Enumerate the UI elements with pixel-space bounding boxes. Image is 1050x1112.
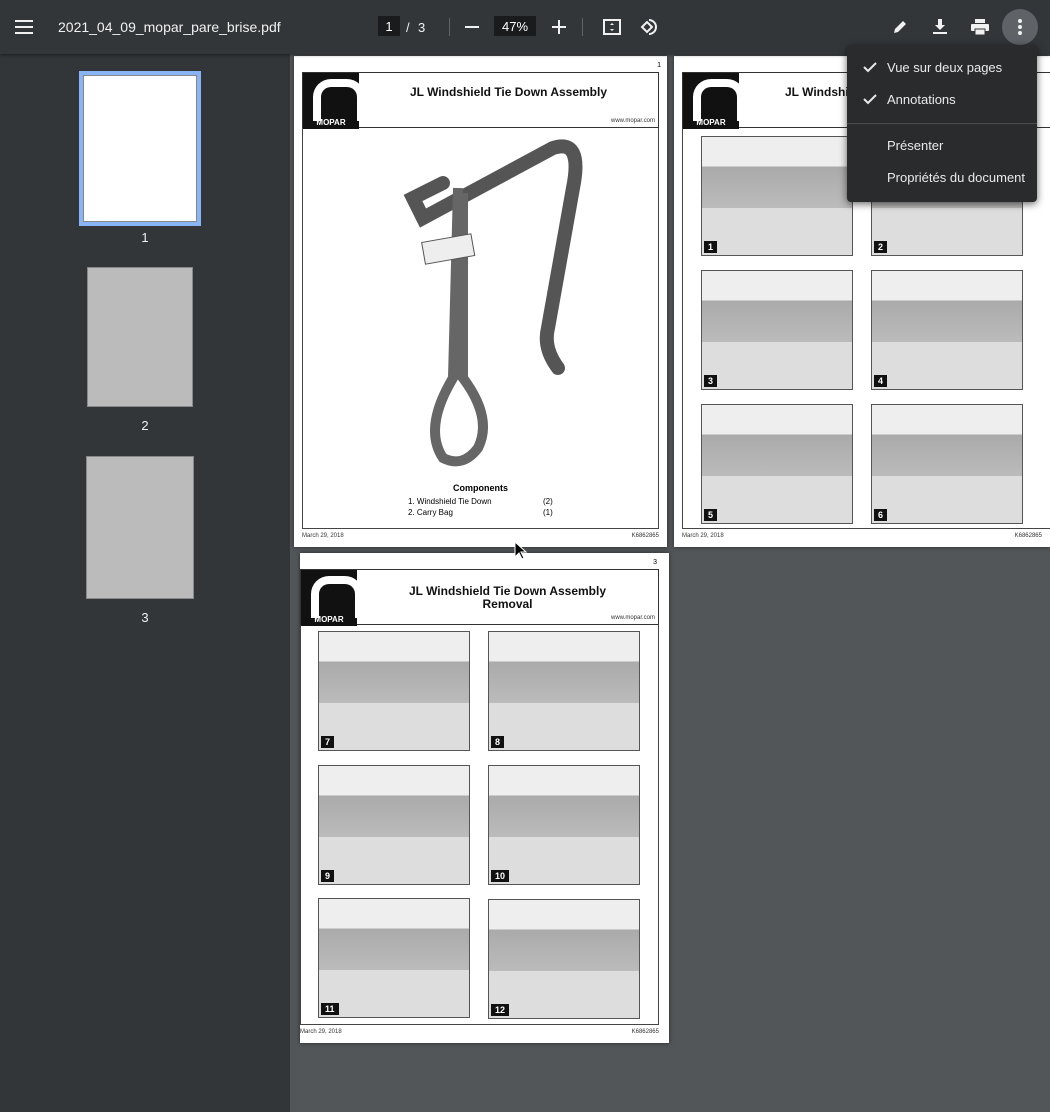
menu-item-label: Vue sur deux pages	[887, 59, 1003, 75]
total-pages: 3	[418, 19, 426, 35]
print-icon[interactable]	[962, 9, 998, 45]
document-title: 2021_04_09_mopar_pare_brise.pdf	[58, 19, 281, 35]
zoom-input[interactable]: 47%	[494, 16, 536, 36]
page-code: K6862865	[1014, 533, 1042, 539]
page-separator: /	[406, 19, 410, 35]
page-code: K6862865	[631, 533, 659, 539]
page-title: JL Windshield Tie Down Assembly	[408, 584, 607, 598]
page-number-input[interactable]: 1	[378, 16, 400, 36]
step-panel: 10	[488, 765, 640, 885]
step-panel: 9	[318, 765, 470, 885]
thumbnail-label: 2	[141, 418, 149, 433]
thumbnail-page-2[interactable]	[87, 267, 193, 407]
thumbnail-label: 1	[141, 230, 149, 245]
divider	[449, 18, 450, 36]
menu-item-annotations[interactable]: Annotations	[847, 83, 1037, 115]
tie-down-illustration	[403, 139, 583, 467]
components-title: Components	[453, 483, 508, 493]
step-panel: 11	[318, 898, 470, 1018]
menu-item-label: Propriétés du document	[887, 169, 1026, 185]
page-header: MOPAR JL Windshield Tie Down Assembly ww…	[302, 72, 659, 129]
step-panel: 8	[488, 631, 640, 751]
page-title: JL Windshield Tie Down Assembly	[409, 85, 608, 99]
component-item: 2. Carry Bag	[408, 508, 453, 517]
annotate-pen-icon[interactable]	[882, 9, 918, 45]
pdf-page-3: 3 MOPAR JL Windshield Tie Down Assembly …	[300, 553, 669, 1043]
page-number: 3	[653, 559, 657, 566]
page-frame: Components 1. Windshield Tie Down (2) 2.…	[302, 128, 659, 529]
menu-item-two-page-view[interactable]: Vue sur deux pages	[847, 51, 1037, 83]
menu-item-present[interactable]: Présenter	[847, 129, 1037, 161]
page-subtitle: Removal	[482, 597, 533, 611]
menu-item-label: Présenter	[887, 137, 944, 153]
page-date: March 29, 2018	[682, 533, 724, 539]
component-qty: (1)	[543, 508, 553, 517]
download-icon[interactable]	[922, 9, 958, 45]
component-qty: (2)	[543, 497, 553, 506]
divider	[582, 18, 583, 36]
menu-divider	[847, 123, 1037, 124]
step-panel: 3	[701, 270, 853, 390]
thumbnail-page-3[interactable]	[86, 456, 194, 599]
more-options-icon[interactable]	[1002, 9, 1038, 45]
thumbnail-sidebar: 1 2 3	[0, 54, 290, 1112]
menu-item-document-properties[interactable]: Propriétés du document	[847, 161, 1037, 193]
pdf-page-1: 1 MOPAR JL Windshield Tie Down Assembly …	[294, 56, 667, 547]
thumbnail-label: 3	[141, 610, 149, 625]
page-code: K6862865	[631, 1029, 659, 1035]
fit-page-icon[interactable]	[594, 9, 630, 45]
step-panel: 4	[871, 270, 1023, 390]
menu-icon[interactable]	[6, 9, 42, 45]
step-panel: 1	[701, 136, 853, 256]
mopar-logo: MOPAR	[301, 570, 363, 626]
more-options-menu: Vue sur deux pages Annotations Présenter…	[847, 45, 1037, 202]
mopar-logo: MOPAR	[683, 73, 745, 129]
page-number: 1	[657, 62, 661, 69]
check-icon	[863, 62, 877, 73]
mouse-cursor-icon	[514, 541, 528, 560]
component-item: 1. Windshield Tie Down	[408, 497, 492, 506]
page-header: MOPAR JL Windshield Tie Down Assembly Re…	[300, 569, 659, 626]
zoom-out-button[interactable]	[454, 9, 490, 45]
mopar-logo: MOPAR	[303, 73, 365, 129]
page-date: March 29, 2018	[300, 1029, 342, 1035]
rotate-icon[interactable]	[630, 9, 666, 45]
step-panel: 6	[871, 404, 1023, 524]
zoom-in-button[interactable]	[541, 9, 577, 45]
url-text: www.mopar.com	[610, 118, 655, 124]
step-panel: 7	[318, 631, 470, 751]
page-date: March 29, 2018	[302, 533, 344, 539]
thumbnail-page-1[interactable]	[79, 71, 201, 226]
menu-item-label: Annotations	[887, 91, 956, 107]
url-text: www.mopar.com	[610, 615, 655, 621]
check-icon	[863, 94, 877, 105]
step-panel: 12	[488, 899, 640, 1019]
step-panel: 5	[701, 404, 853, 524]
